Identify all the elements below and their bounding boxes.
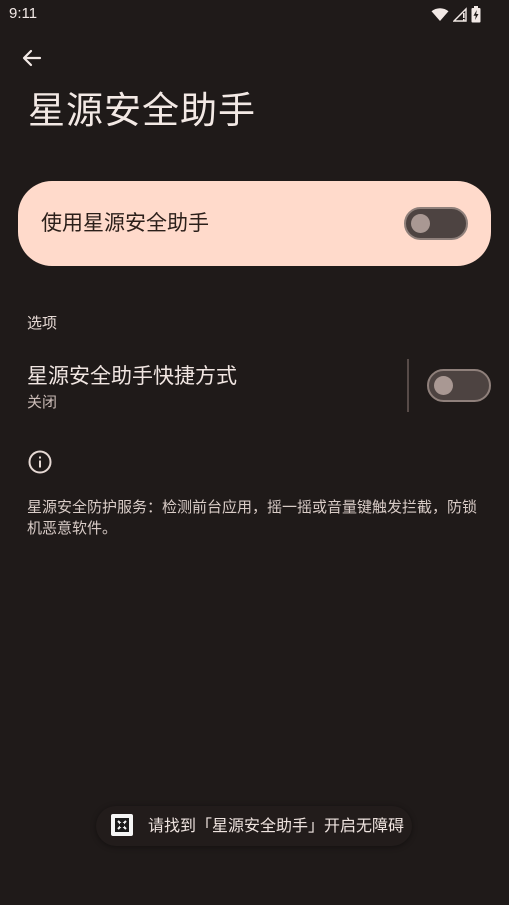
wifi-icon	[431, 7, 449, 22]
arrow-back-icon	[21, 47, 43, 73]
back-button[interactable]	[16, 44, 48, 76]
toggle-thumb	[434, 376, 453, 395]
main-switch-toggle[interactable]	[404, 207, 468, 240]
status-time: 9:11	[9, 5, 38, 22]
status-icons	[431, 5, 481, 23]
info-description: 星源安全防护服务：检测前台应用，摇一摇或音量键触发拦截，防锁机恶意软件。	[27, 498, 478, 537]
toggle-thumb	[411, 214, 430, 233]
shortcut-title: 星源安全助手快捷方式	[27, 364, 237, 388]
shortcut-row[interactable]: 星源安全助手快捷方式 关闭	[0, 350, 509, 422]
app-icon	[111, 814, 133, 836]
divider	[407, 359, 409, 412]
battery-charging-icon	[471, 5, 481, 23]
status-bar: 9:11	[0, 0, 509, 30]
cell-signal-icon	[453, 6, 467, 22]
page-title: 星源安全助手	[28, 89, 256, 132]
toast-text: 请找到「星源安全助手」开启无障碍	[148, 816, 405, 835]
shortcut-toggle[interactable]	[427, 369, 491, 402]
main-switch-card[interactable]: 使用星源安全助手	[18, 181, 491, 266]
toast: 请找到「星源安全助手」开启无障碍	[96, 806, 412, 846]
info-icon	[27, 449, 53, 475]
shortcut-summary: 关闭	[27, 393, 58, 411]
options-section-title: 选项	[27, 314, 58, 332]
main-switch-label: 使用星源安全助手	[41, 211, 209, 235]
